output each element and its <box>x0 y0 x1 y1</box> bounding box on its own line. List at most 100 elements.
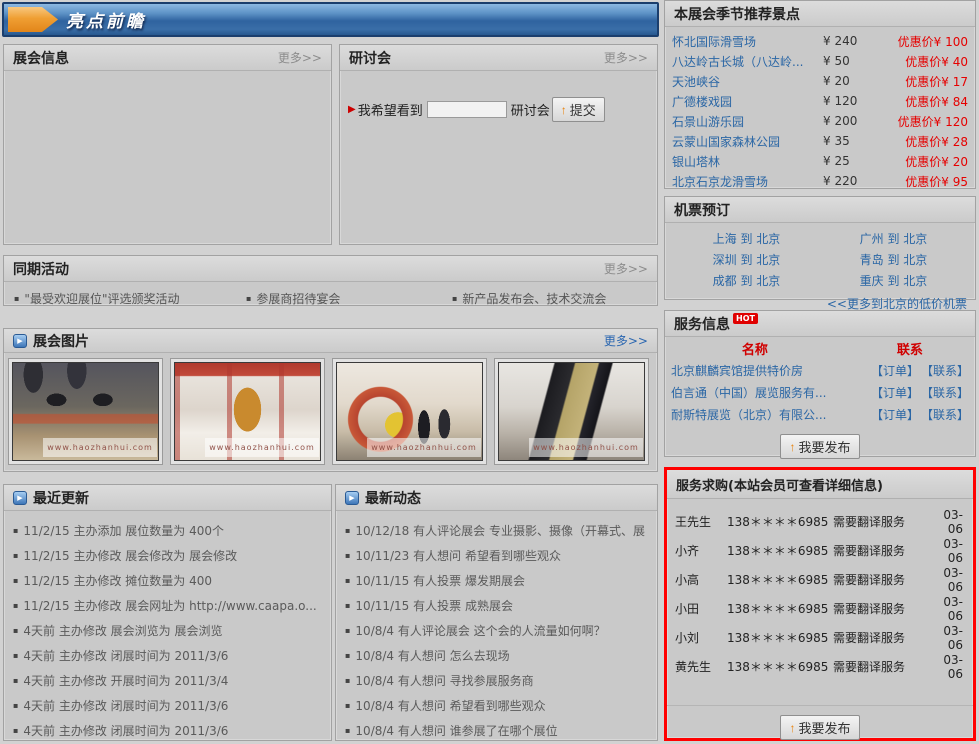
attraction-link[interactable]: 银山塔林 <box>672 153 823 170</box>
publish-request-button[interactable]: ↑ 我要发布 <box>780 715 859 740</box>
exhibition-photo-thumbnail[interactable]: www.haozhanhui.com <box>8 358 163 465</box>
requester-name: 黄先生 <box>675 658 727 675</box>
square-bullet-icon: ▪ <box>14 294 19 303</box>
news-item: ▪10/8/4 有人评论展会 这个会的人流量如何啊？ <box>345 618 651 643</box>
seminar-wish-input[interactable] <box>427 101 507 118</box>
recent-updates-list: ▪11/2/15 主办添加 展位数量为 400个 ▪11/2/15 主办修改 展… <box>4 511 331 743</box>
concurrent-activities-header: 同期活动 更多>> <box>4 256 657 282</box>
order-link[interactable]: 【订单】 <box>871 362 919 379</box>
attraction-link[interactable]: 云蒙山国家森林公园 <box>672 133 823 150</box>
attraction-link[interactable]: 石景山游乐园 <box>672 113 823 130</box>
news-label: 10/11/15 有人投票 爆发期展会 <box>355 572 525 589</box>
square-bullet-icon: ▪ <box>345 526 350 535</box>
request-date: 03-06 <box>933 653 965 681</box>
attractions-box: 本展会季节推荐景点 怀北国际滑雪场 ¥ 240 优惠价¥ 100 八达岭古长城（… <box>664 0 976 189</box>
contact-link[interactable]: 【联系】 <box>921 406 969 423</box>
service-row: 北京麒麟宾馆提供特价房 【订单】 【联系】 <box>665 359 975 381</box>
contact-link[interactable]: 【联系】 <box>921 384 969 401</box>
photo-watermark: www.haozhanhui.com <box>367 438 482 457</box>
publish-service-button[interactable]: ↑ 我要发布 <box>780 434 859 459</box>
flight-route-link[interactable]: 深圳 到 北京 <box>673 251 820 272</box>
square-bullet-icon: ▪ <box>13 676 18 685</box>
publish-button-wrap: ↑ 我要发布 <box>665 434 975 459</box>
seminar-wish-suffix: 研讨会 <box>511 100 550 119</box>
flight-link-row: 上海 到 北京 广州 到 北京 <box>673 230 967 251</box>
request-row: 小田 138＊＊＊＊6985 需要翻译服务 03-06 <box>675 594 965 623</box>
attraction-promo-price: 优惠价¥ 120 <box>873 113 968 130</box>
exhibition-photos-header: ▶ 展会图片 更多>> <box>4 329 657 353</box>
update-label: 4天前 主办修改 闭展时间为 2011/3/6 <box>23 697 228 714</box>
news-item: ▪10/8/4 有人想问 谁参展了在哪个展位 <box>345 718 651 743</box>
banner-title: 亮点前瞻 <box>66 7 146 32</box>
service-requests-header: 服务求购(本站会员可查看详细信息) <box>667 470 973 499</box>
exhibition-photo-thumbnail[interactable]: www.haozhanhui.com <box>332 358 487 465</box>
attraction-row: 石景山游乐园 ¥ 200 优惠价¥ 120 <box>672 111 968 131</box>
update-item: ▪ 11/2/15 主办修改 摊位数量为 400 <box>13 568 325 593</box>
recent-updates-header: ▶ 最近更新 <box>4 485 331 511</box>
news-item: ▪10/11/15 有人投票 成熟展会 <box>345 593 651 618</box>
publish-button-wrap: ↑ 我要发布 <box>667 715 973 740</box>
photo-watermark: www.haozhanhui.com <box>43 438 158 457</box>
service-provider-link[interactable]: 北京麒麟宾馆提供特价房 <box>671 362 869 379</box>
update-label: 4天前 主办修改 闭展时间为 2011/3/6 <box>23 722 228 739</box>
attraction-price: ¥ 200 <box>823 114 873 128</box>
attraction-link[interactable]: 八达岭古长城（八达岭... <box>672 53 823 70</box>
requested-service: 需要翻译服务 <box>833 542 933 559</box>
latest-news-box: ▶ 最新动态 ▪10/12/18 有人评论展会 专业摄影、摄像（开幕式、展 ▪1… <box>335 484 658 741</box>
flight-links: 上海 到 北京 广州 到 北京 深圳 到 北京 青岛 到 北京 成都 到 北京 … <box>665 223 975 312</box>
order-link[interactable]: 【订单】 <box>871 406 919 423</box>
latest-news-header: ▶ 最新动态 <box>336 485 657 511</box>
flight-route-link[interactable]: 广州 到 北京 <box>820 230 967 251</box>
service-info-box: 服务信息 HOT 名称 联系 北京麒麟宾馆提供特价房 【订单】 【联系】 伯言通… <box>664 310 976 457</box>
square-bullet-icon: ▪ <box>13 601 18 610</box>
requested-service: 需要翻译服务 <box>833 629 933 646</box>
attractions-header: 本展会季节推荐景点 <box>665 1 975 27</box>
exhibition-photos-more-link[interactable]: 更多>> <box>604 332 648 349</box>
up-arrow-icon: ↑ <box>561 103 567 117</box>
order-link[interactable]: 【订单】 <box>871 384 919 401</box>
exhibition-portal-page: 亮点前瞻 展会信息 更多>> 研讨会 更多>> ▶ 我希望看到 研讨会 ↑ 提交… <box>0 0 979 744</box>
requester-phone: 138＊＊＊＊6985 <box>727 513 833 530</box>
flight-booking-header: 机票预订 <box>665 197 975 223</box>
exhibition-info-more-link[interactable]: 更多>> <box>278 49 322 66</box>
activity-item: ▪"最受欢迎展位"评选颁奖活动 <box>14 290 246 307</box>
flight-route-link[interactable]: 成都 到 北京 <box>673 272 820 293</box>
seminar-more-link[interactable]: 更多>> <box>604 49 648 66</box>
attraction-link[interactable]: 广德楼戏园 <box>672 93 823 110</box>
update-label: 11/2/15 主办修改 展会网址为 http://www.caapa.o... <box>23 597 316 614</box>
attraction-row: 广德楼戏园 ¥ 120 优惠价¥ 84 <box>672 91 968 111</box>
requested-service: 需要翻译服务 <box>833 658 933 675</box>
update-label: 4天前 主办修改 展会浏览为 展会浏览 <box>23 622 222 639</box>
concurrent-activities-more-link[interactable]: 更多>> <box>604 260 648 277</box>
concurrent-activities-box: 同期活动 更多>> ▪"最受欢迎展位"评选颁奖活动 ▪参展商招待宴会 ▪新产品发… <box>3 255 658 306</box>
photo-watermark: www.haozhanhui.com <box>529 438 644 457</box>
seminar-submit-button[interactable]: ↑ 提交 <box>552 97 605 122</box>
attraction-link[interactable]: 北京石京龙滑雪场 <box>672 173 823 190</box>
service-provider-link[interactable]: 耐斯特展览（北京）有限公... <box>671 406 869 423</box>
square-bullet-icon: ▪ <box>345 726 350 735</box>
square-bullet-icon: ▪ <box>13 576 18 585</box>
attraction-promo-price: 优惠价¥ 20 <box>873 153 968 170</box>
flight-link-row: 成都 到 北京 重庆 到 北京 <box>673 272 967 293</box>
request-date: 03-06 <box>933 537 965 565</box>
news-label: 10/8/4 有人想问 希望看到哪些观众 <box>355 697 545 714</box>
attraction-promo-price: 优惠价¥ 95 <box>873 173 968 190</box>
service-provider-link[interactable]: 伯言通（中国）展览服务有... <box>671 384 869 401</box>
hot-badge: HOT <box>733 313 758 324</box>
exhibition-photo-thumbnail[interactable]: www.haozhanhui.com <box>170 358 325 465</box>
update-label: 11/2/15 主办修改 摊位数量为 400 <box>23 572 212 589</box>
news-label: 10/8/4 有人评论展会 这个会的人流量如何啊？ <box>355 622 605 639</box>
contact-link[interactable]: 【联系】 <box>921 362 969 379</box>
flight-route-link[interactable]: 上海 到 北京 <box>673 230 820 251</box>
attraction-promo-price: 优惠价¥ 100 <box>873 33 968 50</box>
latest-news-title: 最新动态 <box>365 488 421 508</box>
square-bullet-icon: ▪ <box>13 701 18 710</box>
flight-route-link[interactable]: 重庆 到 北京 <box>820 272 967 293</box>
square-bullet-icon: ▪ <box>13 526 18 535</box>
attraction-link[interactable]: 怀北国际滑雪场 <box>672 33 823 50</box>
play-icon: ▶ <box>13 491 27 505</box>
exhibition-photo-thumbnail[interactable]: www.haozhanhui.com <box>494 358 649 465</box>
attraction-link[interactable]: 天池峡谷 <box>672 73 823 90</box>
flight-route-link[interactable]: 青岛 到 北京 <box>820 251 967 272</box>
attraction-row: 北京石京龙滑雪场 ¥ 220 优惠价¥ 95 <box>672 171 968 191</box>
